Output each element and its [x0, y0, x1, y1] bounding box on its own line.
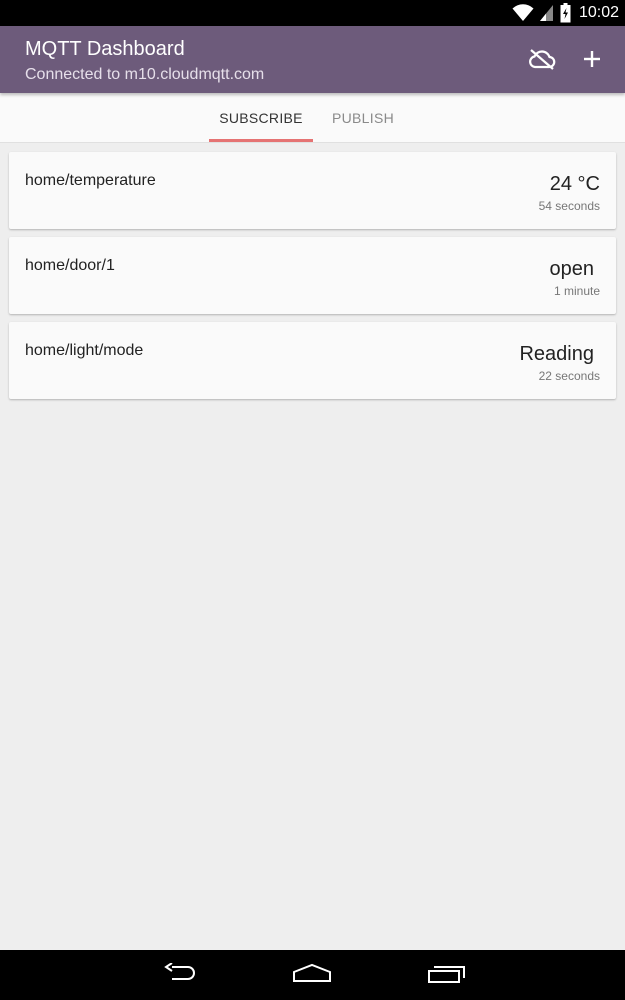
recents-button[interactable]	[427, 962, 467, 988]
add-button[interactable]	[577, 46, 607, 76]
subscription-card[interactable]: home/temperature 24 °C 54 seconds	[9, 152, 616, 229]
back-icon	[162, 961, 198, 988]
home-button[interactable]	[292, 962, 332, 988]
home-icon	[292, 963, 332, 988]
topic-label: home/door/1	[25, 257, 115, 274]
topic-value: open	[549, 258, 595, 280]
last-updated: 54 seconds	[538, 199, 600, 213]
app-bar: MQTT Dashboard Connected to m10.cloudmqt…	[0, 26, 625, 93]
app-title: MQTT Dashboard	[25, 38, 185, 60]
disconnect-button[interactable]	[527, 46, 557, 76]
topic-label: home/light/mode	[25, 342, 144, 359]
subscription-card[interactable]: home/door/1 open 1 minute	[9, 237, 616, 314]
topic-value: 24 °C	[549, 173, 600, 195]
back-button[interactable]	[160, 961, 200, 988]
tab-indicator	[209, 139, 313, 142]
tab-bar: SUBSCRIBE PUBLISH	[0, 93, 625, 143]
last-updated: 1 minute	[553, 284, 600, 298]
wifi-icon	[512, 4, 534, 22]
status-bar: 10:02	[0, 0, 625, 26]
status-icons: 10:02	[512, 3, 619, 23]
subscription-card[interactable]: home/light/mode Reading 22 seconds	[9, 322, 616, 399]
recents-icon	[428, 963, 466, 988]
tab-publish[interactable]: PUBLISH	[318, 93, 408, 143]
add-icon	[583, 50, 601, 73]
signal-icon	[539, 4, 554, 22]
tab-subscribe[interactable]: SUBSCRIBE	[209, 93, 313, 143]
connection-status: Connected to m10.cloudmqtt.com	[25, 66, 265, 83]
last-updated: 22 seconds	[538, 369, 600, 383]
cloud-off-icon	[528, 48, 556, 75]
topic-value: Reading	[519, 343, 594, 365]
status-time: 10:02	[578, 4, 619, 21]
topic-label: home/temperature	[25, 172, 156, 189]
navigation-bar	[0, 950, 625, 1000]
battery-icon	[560, 3, 571, 23]
